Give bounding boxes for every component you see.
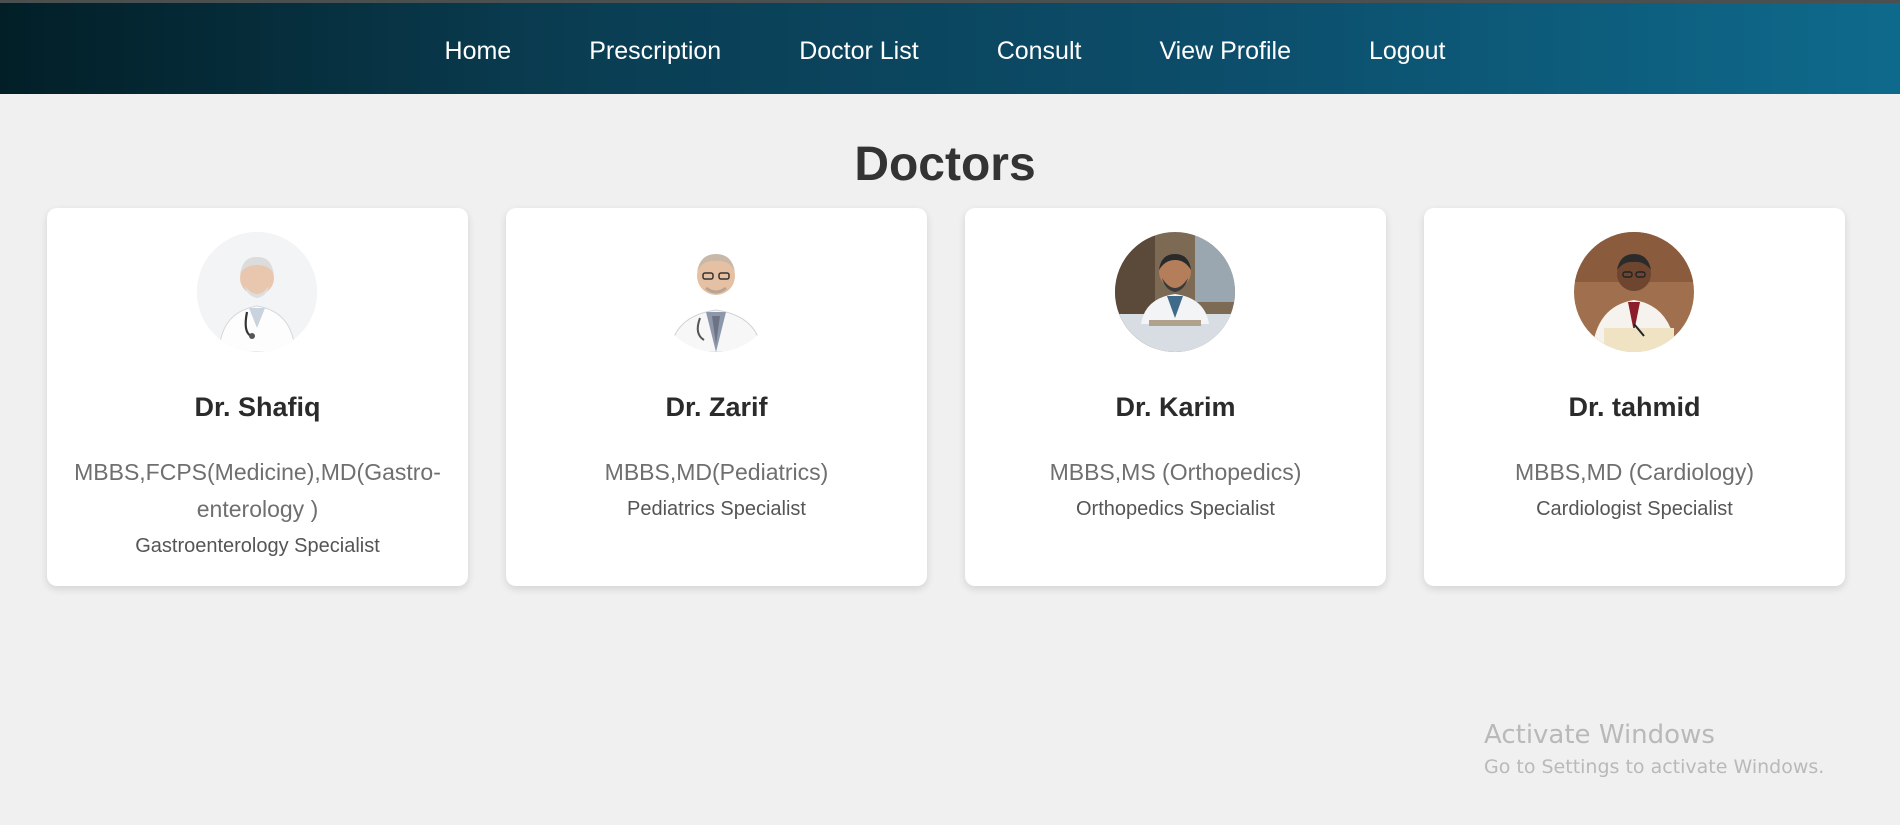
doctor-specialty: Cardiologist Specialist (1536, 498, 1733, 520)
doctor-specialty: Pediatrics Specialist (627, 498, 806, 520)
activate-windows-watermark: Activate Windows Go to Settings to activ… (1484, 718, 1884, 782)
doctor-specialty: Orthopedics Specialist (1076, 498, 1275, 520)
doctor-photo-tahmid (1574, 232, 1694, 352)
nav-links: Home Prescription Doctor List Consult Vi… (0, 3, 1890, 97)
nav-prescription-link[interactable]: Prescription (589, 37, 721, 66)
doctor-info: MBBS,MD (Cardiology) Cardiologist Specia… (1444, 454, 1825, 527)
page-title: Doctors (854, 138, 1036, 191)
doctor-card-karim[interactable]: Dr. Karim MBBS,MS (Orthopedics) Orthoped… (965, 208, 1386, 586)
doctor-degree: MBBS,MD (Cardiology) (1515, 459, 1754, 485)
nav-logout-link[interactable]: Logout (1369, 37, 1445, 66)
doctor-photo-shafiq (197, 232, 317, 352)
watermark-subtitle: Go to Settings to activate Windows. (1484, 756, 1825, 778)
doctor-photo-4-icon (1574, 232, 1694, 352)
doctor-photo-2-icon (656, 232, 776, 352)
doctor-info: MBBS,FCPS(Medicine),MD(Gastro-enterology… (67, 454, 448, 564)
doctor-photo-1-icon (197, 232, 317, 352)
doctor-cards: Dr. Shafiq MBBS,FCPS(Medicine),MD(Gastro… (0, 208, 1900, 588)
watermark-title: Activate Windows (1484, 720, 1715, 750)
doctor-name: Dr. tahmid (1568, 392, 1701, 422)
top-navbar: Home Prescription Doctor List Consult Vi… (0, 0, 1900, 94)
nav-doctor-list-link[interactable]: Doctor List (799, 37, 918, 66)
doctor-photo-zarif (656, 232, 776, 352)
nav-consult-link[interactable]: Consult (997, 37, 1082, 66)
doctor-card-zarif[interactable]: Dr. Zarif MBBS,MD(Pediatrics) Pediatrics… (506, 208, 927, 586)
doctor-degree: MBBS,MD(Pediatrics) (604, 459, 829, 485)
doctor-specialty: Gastroenterology Specialist (135, 535, 380, 557)
doctor-card-tahmid[interactable]: Dr. tahmid MBBS,MD (Cardiology) Cardiolo… (1424, 208, 1845, 586)
doctor-name: Dr. Shafiq (194, 392, 321, 422)
doctor-name: Dr. Zarif (665, 392, 768, 422)
doctor-photo-karim (1115, 232, 1235, 352)
nav-view-profile-link[interactable]: View Profile (1159, 37, 1291, 66)
doctor-photo-3-icon (1115, 232, 1235, 352)
doctor-card-shafiq[interactable]: Dr. Shafiq MBBS,FCPS(Medicine),MD(Gastro… (47, 208, 468, 586)
doctor-degree: MBBS,MS (Orthopedics) (1049, 459, 1302, 485)
doctor-name: Dr. Karim (1115, 392, 1236, 422)
nav-home-link[interactable]: Home (445, 37, 512, 66)
doctor-info: MBBS,MD(Pediatrics) Pediatrics Specialis… (526, 454, 907, 527)
doctor-degree: MBBS,FCPS(Medicine),MD(Gastro-enterology… (74, 459, 441, 522)
doctor-info: MBBS,MS (Orthopedics) Orthopedics Specia… (985, 454, 1366, 527)
